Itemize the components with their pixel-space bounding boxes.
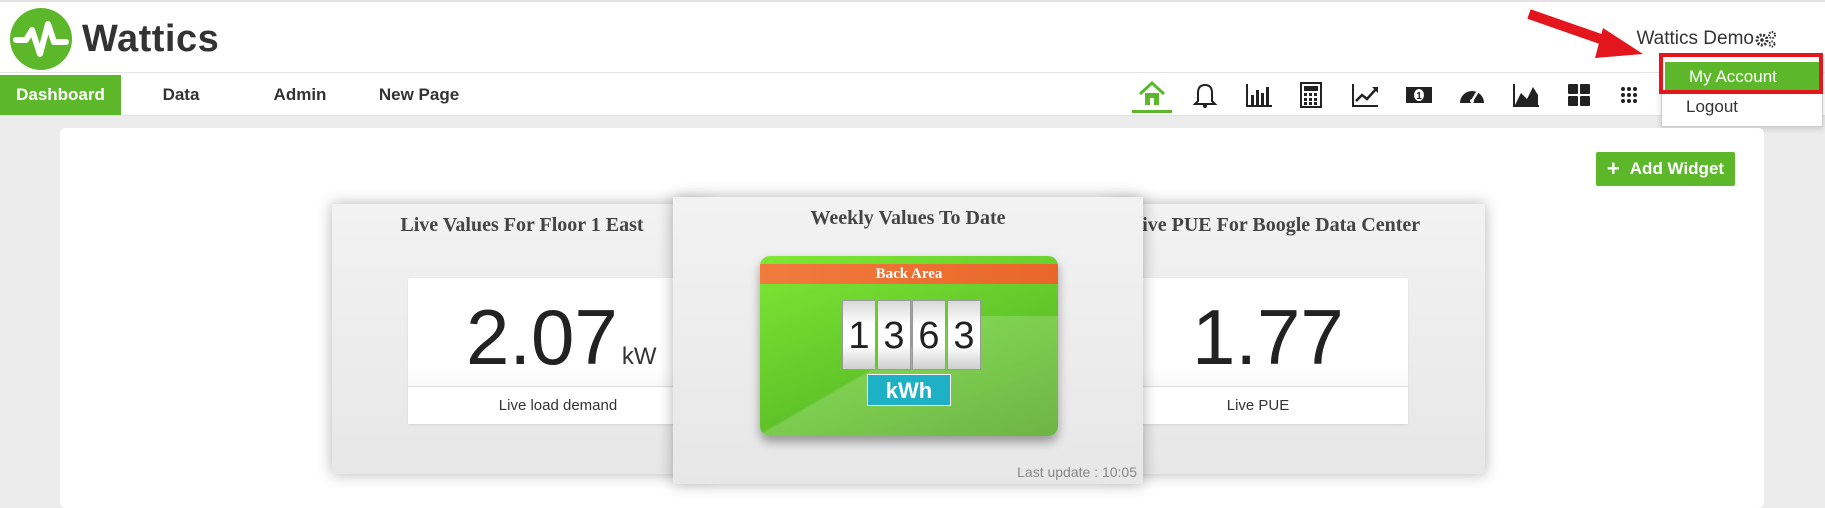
logo[interactable]: Wattics [10, 8, 219, 70]
red-arrow-annotation [1527, 9, 1643, 58]
kwh-badge: kWh [867, 374, 951, 406]
value-caption: Live load demand [408, 386, 708, 424]
gears-icon[interactable] [1755, 30, 1777, 48]
dots-grid-icon[interactable] [1612, 77, 1652, 113]
widget-live-values[interactable]: Live Values For Floor 1 East 2.07 kW Live… [332, 204, 712, 474]
widget-live-pue[interactable]: Live PUE For Boogle Data Center 1.77 Liv… [1104, 204, 1485, 474]
tab-admin[interactable]: Admin [260, 75, 340, 115]
calculator-icon[interactable] [1291, 77, 1331, 113]
plus-icon: + [1606, 156, 1620, 181]
live-value: 2.07 kW [466, 292, 656, 383]
bar-chart-icon[interactable] [1239, 77, 1279, 113]
tab-dashboard[interactable]: Dashboard [0, 75, 121, 115]
meter-digit: 1 [842, 300, 876, 370]
logo-text: Wattics [82, 17, 220, 60]
tab-new-page[interactable]: New Page [374, 75, 464, 115]
grid-icon[interactable] [1559, 77, 1599, 113]
widget-title: Live Values For Floor 1 East [400, 214, 644, 236]
meter-digit: 3 [877, 300, 911, 370]
meter-digits: 1 3 6 3 [842, 300, 982, 370]
meter-digit: 6 [912, 300, 946, 370]
live-value-unit: kW [621, 343, 657, 370]
wattics-logo-icon [10, 8, 72, 70]
add-widget-label: Add Widget [1629, 159, 1725, 178]
live-value-number: 2.07 [466, 293, 618, 381]
highlight-annotation [1659, 53, 1823, 94]
logout-item[interactable]: Logout [1662, 92, 1822, 122]
add-widget-button[interactable]: + Add Widget [1596, 152, 1735, 186]
area-chart-icon[interactable] [1506, 77, 1546, 113]
gauge-icon[interactable] [1452, 77, 1492, 113]
value-caption: Live PUE [1108, 386, 1408, 424]
user-name[interactable]: Wattics Demo [1636, 28, 1754, 50]
pue-value: 1.77 [1192, 293, 1344, 381]
last-update: Last update : 10:05 [1017, 464, 1137, 480]
value-box: 2.07 kW Live load demand [408, 278, 708, 424]
meter-digit: 3 [947, 300, 981, 370]
svg-text:1: 1 [1416, 91, 1422, 102]
home-icon[interactable] [1132, 77, 1172, 113]
value-box: 1.77 Live PUE [1108, 278, 1408, 424]
money-icon[interactable]: 1 [1399, 77, 1439, 113]
meter-label: Back Area [760, 264, 1058, 284]
bell-icon[interactable] [1185, 77, 1225, 113]
widget-title: Weekly Values To Date [810, 207, 1006, 229]
energy-meter: Back Area 1 3 6 3 kWh [760, 256, 1058, 436]
main-nav: Dashboard Data Admin New Page 1 [0, 72, 1825, 116]
tab-data[interactable]: Data [141, 75, 221, 115]
trend-icon[interactable] [1345, 77, 1385, 113]
